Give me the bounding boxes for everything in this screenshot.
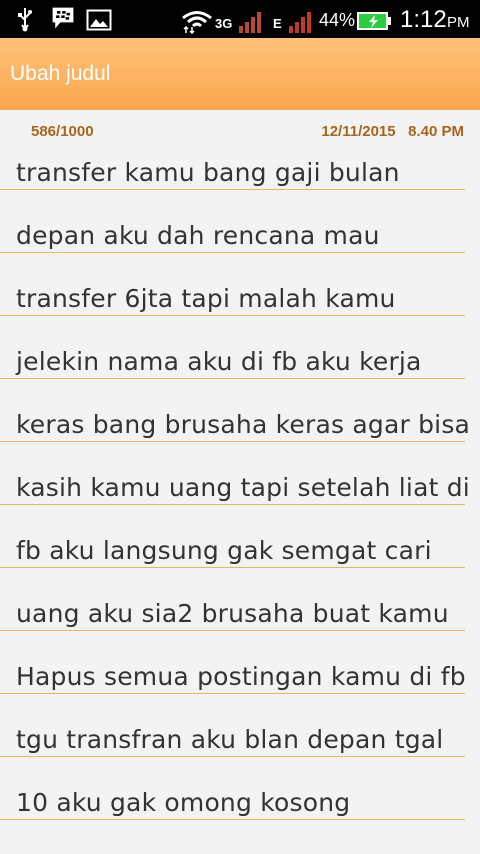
note-line-text: keras bang brusaha keras agar bisa — [16, 410, 471, 439]
note-datetime: 12/11/2015 8.40 PM — [321, 123, 464, 140]
usb-icon — [18, 8, 32, 32]
charging-battery-icon — [357, 12, 391, 30]
note-line: transfer kamu bang gaji bulan — [0, 152, 465, 190]
note-line-text: kasih kamu uang tapi setelah liat di — [16, 473, 470, 502]
character-count: 586/1000 — [31, 123, 94, 140]
note-line-text: depan aku dah rencana mau — [16, 221, 380, 250]
note-line-text: transfer kamu bang gaji bulan — [16, 158, 400, 187]
note-line: 10 aku gak omong kosong — [0, 757, 465, 820]
note-line: kasih kamu uang tapi setelah liat di — [0, 442, 470, 505]
note-body-textarea[interactable]: transfer kamu bang gaji bulan depan aku … — [0, 152, 480, 820]
note-meta-row: 586/1000 12/11/2015 8.40 PM — [0, 110, 480, 152]
network-e-label: E — [273, 16, 282, 31]
signal-icon — [289, 12, 311, 33]
note-line-text: Hapus semua postingan kamu di fb — [16, 662, 466, 691]
note-line: keras bang brusaha keras agar bisa — [0, 379, 470, 442]
status-bar: 3G E 44% 1:12 PM — [0, 0, 480, 38]
note-line-text: tgu transfran aku blan depan tgal — [16, 725, 444, 754]
note-line: transfer 6jta tapi malah kamu — [0, 253, 465, 316]
note-title[interactable]: Ubah judul — [10, 62, 110, 86]
note-line-text: fb aku langsung gak semgat cari — [16, 536, 432, 565]
note-line-text: 10 aku gak omong kosong — [16, 788, 351, 817]
signal-icon — [239, 12, 261, 33]
note-line: jelekin nama aku di fb aku kerja — [0, 316, 465, 379]
note-line: tgu transfran aku blan depan tgal — [0, 694, 465, 757]
note-line-text: uang aku sia2 brusaha buat kamu — [16, 599, 449, 628]
bbm-icon — [52, 7, 74, 29]
note-line: fb aku langsung gak semgat cari — [0, 505, 465, 568]
note-line: Hapus semua postingan kamu di fb — [0, 631, 466, 694]
app-bar: Ubah judul — [0, 38, 480, 110]
note-line-text: jelekin nama aku di fb aku kerja — [16, 347, 422, 376]
gallery-icon — [86, 9, 112, 31]
note-line: uang aku sia2 brusaha buat kamu — [0, 568, 465, 631]
wifi-icon — [182, 11, 212, 34]
battery-percent: 44% — [319, 10, 356, 30]
clock-suffix: PM — [447, 14, 470, 31]
note-line-text: transfer 6jta tapi malah kamu — [16, 284, 396, 313]
note-line: depan aku dah rencana mau — [0, 190, 465, 253]
network-3g-label: 3G — [215, 16, 233, 31]
clock-time: 1:12 — [400, 6, 447, 33]
